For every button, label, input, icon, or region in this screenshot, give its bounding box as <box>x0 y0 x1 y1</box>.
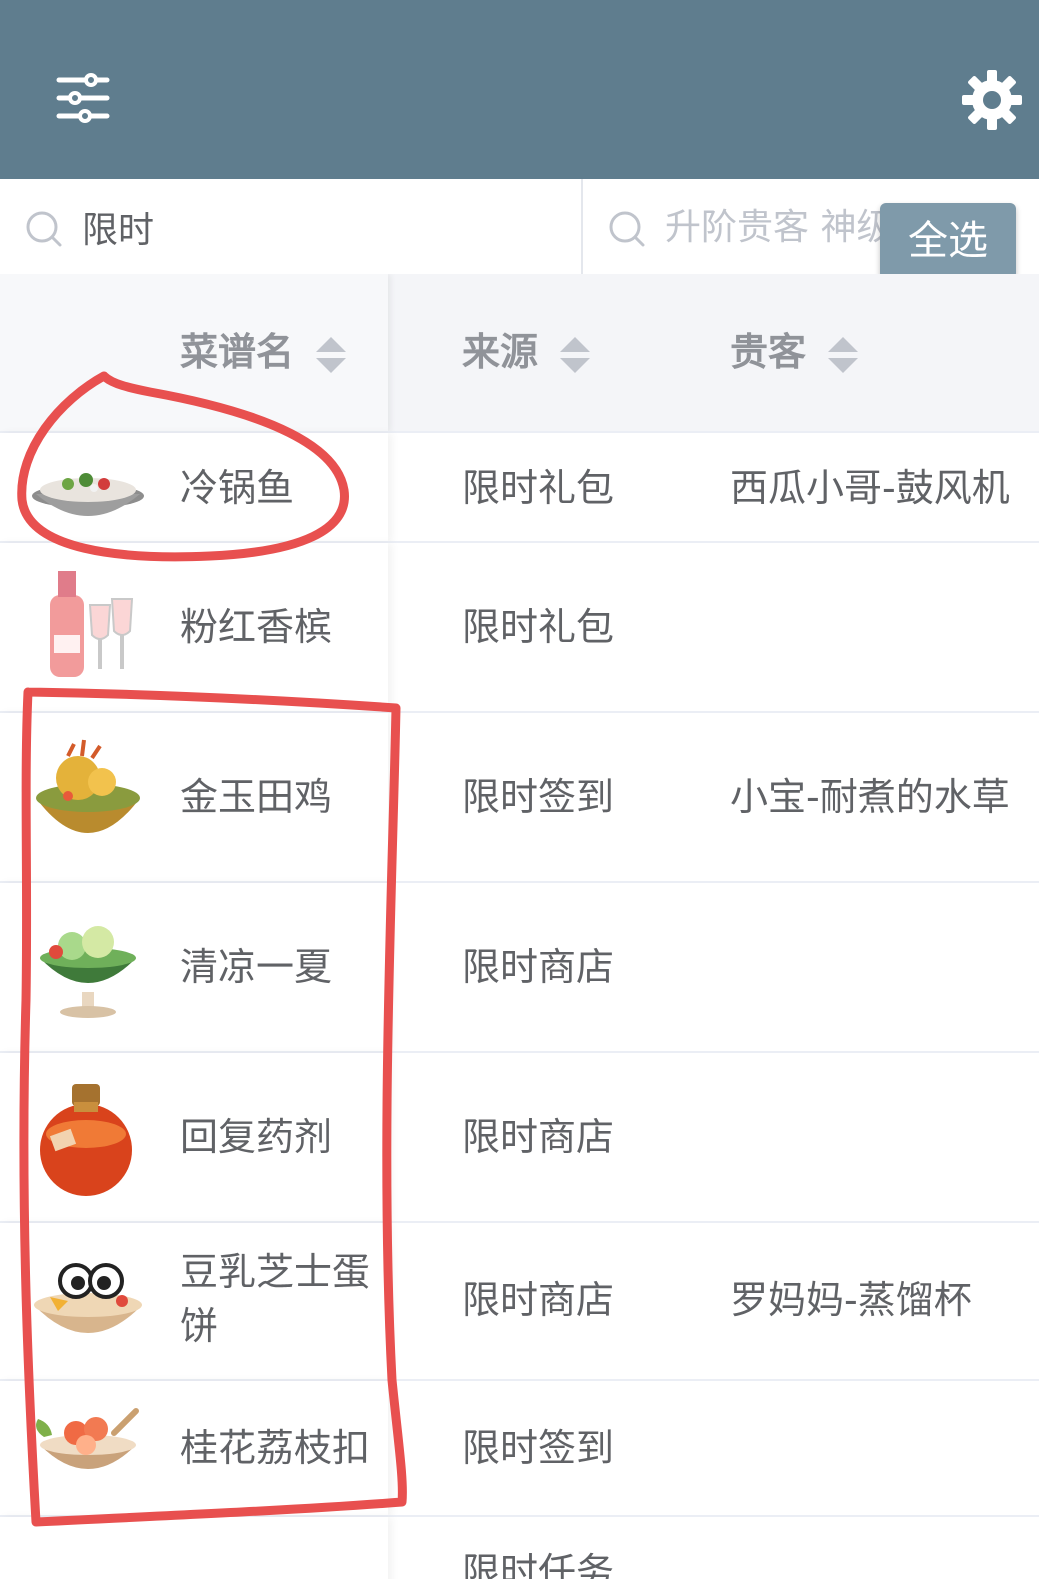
settings-button[interactable] <box>960 68 1024 132</box>
recipe-name: 桂花荔枝扣 <box>180 1426 371 1470</box>
table-row[interactable]: 金玉田鸡 限时签到 小宝-耐煮的水草 <box>0 711 1039 883</box>
table-row[interactable]: 清凉一夏 限时商店 <box>0 881 1039 1053</box>
source-cell: 限时签到 <box>462 775 615 819</box>
recipe-name: 金玉田鸡 <box>180 775 333 819</box>
recipe-search <box>0 179 583 274</box>
column-label: 来源 <box>462 330 539 374</box>
table-row[interactable]: 豆乳芝士蛋饼 限时商店 罗妈妈-蒸馏杯 <box>0 1221 1039 1381</box>
source-cell: 限时商店 <box>462 1278 615 1322</box>
table-row[interactable]: 桂花荔枝扣 限时签到 <box>0 1379 1039 1517</box>
sort-icon[interactable] <box>560 335 591 375</box>
potion-icon <box>40 1084 132 1196</box>
recipe-name: 清凉一夏 <box>180 945 333 989</box>
sort-icon[interactable] <box>316 335 347 375</box>
recipe-cell: 豆乳芝士蛋饼 <box>0 1223 388 1381</box>
guest-cell: 小宝-耐煮的水草 <box>730 775 1010 819</box>
source-cell: 限时礼包 <box>462 466 615 510</box>
search-icon <box>609 211 645 247</box>
pot-fish-icon <box>32 473 144 516</box>
search-icon <box>26 211 62 247</box>
gear-icon <box>962 70 1022 130</box>
column-header-recipe[interactable]: 菜谱名 <box>180 324 347 380</box>
table-row[interactable]: 冷锅鱼 限时礼包 西瓜小哥-鼓风机 <box>0 431 1039 543</box>
recipe-cell: 金玉田鸡 <box>0 713 388 883</box>
app-header <box>0 0 1039 179</box>
recipe-name: 回复药剂 <box>180 1115 333 1159</box>
fruit-cup-icon <box>40 926 136 1018</box>
column-header-guest[interactable]: 贵客 <box>730 324 859 380</box>
recipe-cell: 清凉一夏 <box>0 883 388 1053</box>
champagne-icon <box>50 571 134 677</box>
source-cell: 限时任务 <box>462 1550 615 1579</box>
source-cell: 限时商店 <box>462 1115 615 1159</box>
column-label: 贵客 <box>730 330 807 374</box>
recipe-name: 豆乳芝士蛋饼 <box>180 1250 371 1348</box>
recipe-name: 冷锅鱼 <box>180 466 295 510</box>
recipe-cell <box>0 1517 388 1579</box>
table-row[interactable]: 回复药剂 限时商店 <box>0 1051 1039 1223</box>
guest-cell: 罗妈妈-蒸馏杯 <box>730 1278 972 1322</box>
source-cell: 限时商店 <box>462 945 615 989</box>
cheese-pancake-icon <box>34 1263 142 1333</box>
table-row[interactable]: 限时任务 <box>0 1515 1039 1579</box>
column-header-source[interactable]: 来源 <box>462 324 591 380</box>
column-label: 菜谱名 <box>180 330 295 374</box>
table-row[interactable]: 粉红香槟 限时礼包 <box>0 541 1039 713</box>
frog-dish-icon <box>36 739 140 833</box>
filter-button[interactable] <box>55 70 111 126</box>
recipe-cell: 粉红香槟 <box>0 543 388 713</box>
recipe-cell: 桂花荔枝扣 <box>0 1381 388 1517</box>
select-all-button[interactable]: 全选 <box>880 203 1016 279</box>
sliders-icon <box>56 73 110 123</box>
lychee-dish-icon <box>36 1408 139 1469</box>
recipe-name: 粉红香槟 <box>180 605 333 649</box>
recipe-table: 菜谱名 来源 贵客 冷锅鱼 限时礼包 西瓜小哥-鼓风机 粉红香槟 限时礼包 金玉… <box>0 274 1039 1579</box>
recipe-search-input[interactable] <box>82 197 562 257</box>
recipe-cell: 回复药剂 <box>0 1053 388 1223</box>
table-header: 菜谱名 来源 贵客 <box>0 274 1039 431</box>
guest-cell: 西瓜小哥-鼓风机 <box>730 466 1010 510</box>
source-cell: 限时签到 <box>462 1426 615 1470</box>
source-cell: 限时礼包 <box>462 605 615 649</box>
recipe-cell: 冷锅鱼 <box>0 433 388 543</box>
sort-icon[interactable] <box>828 335 859 375</box>
